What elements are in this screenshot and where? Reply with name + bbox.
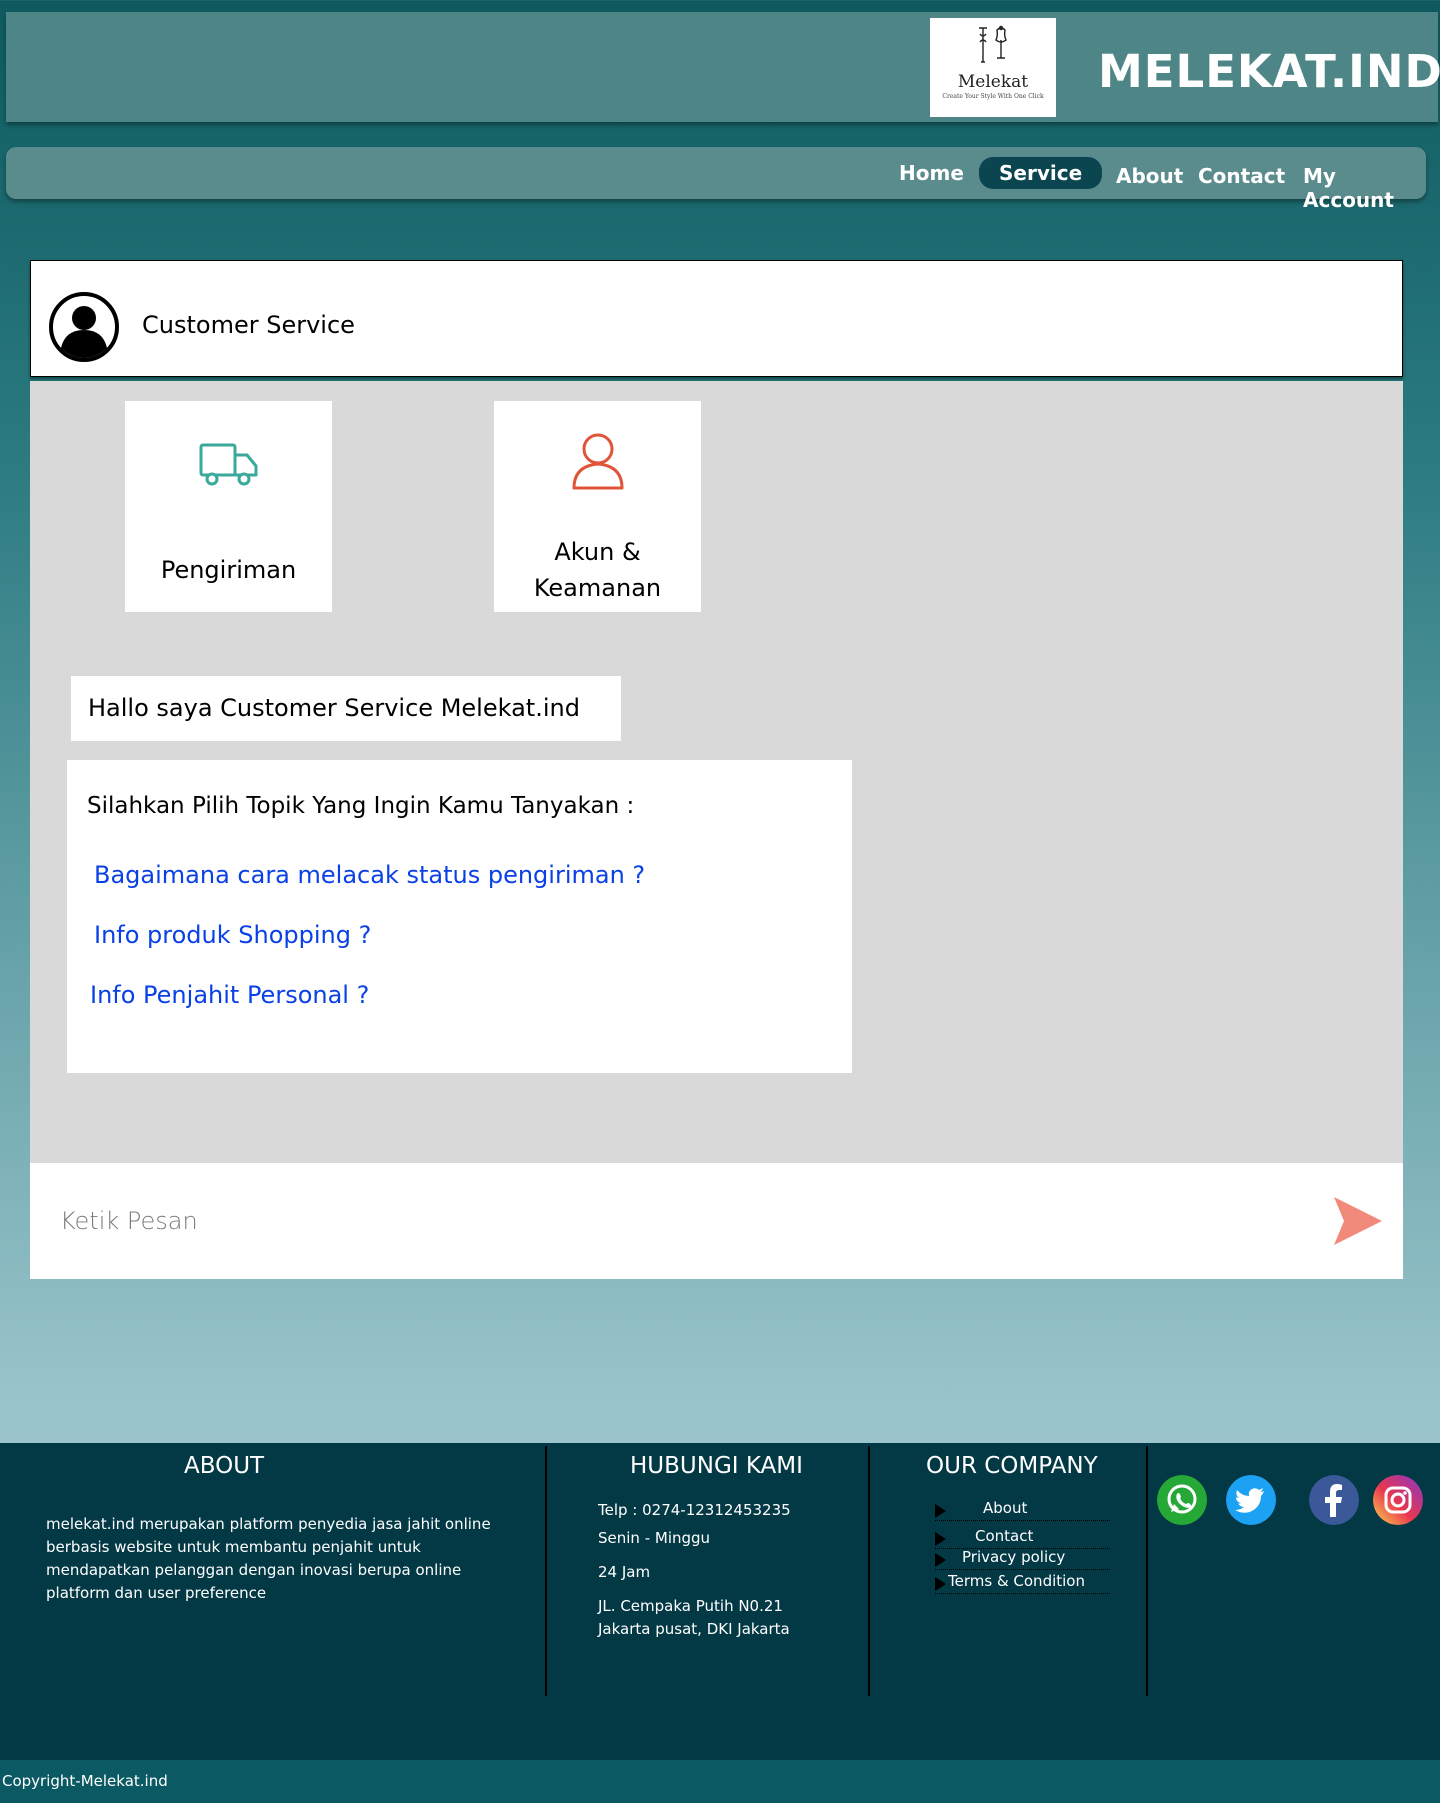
footer: ABOUT melekat.ind merupakan platform pen… xyxy=(0,1443,1440,1760)
brand-title: MELEKAT.IND xyxy=(1098,45,1440,98)
footer-link-terms[interactable]: Terms & Condition xyxy=(935,1572,1110,1594)
facebook-icon[interactable] xyxy=(1309,1475,1359,1525)
topic-prompt: Silahkan Pilih Topik Yang Ingin Kamu Tan… xyxy=(87,793,635,819)
greeting-bubble: Hallo saya Customer Service Melekat.ind xyxy=(71,676,621,741)
tile-label-line2: Keamanan xyxy=(533,574,662,602)
footer-link-about[interactable]: About xyxy=(935,1499,1110,1521)
footer-about-line: berbasis website untuk membantu penjahit… xyxy=(46,1538,421,1556)
footer-divider xyxy=(545,1446,547,1696)
footer-link-privacy[interactable]: Privacy policy xyxy=(935,1548,1110,1570)
footer-address-line1: JL. Cempaka Putih N0.21 xyxy=(598,1597,783,1615)
footer-about-line: platform dan user preference xyxy=(46,1584,267,1602)
avatar-icon xyxy=(49,292,119,362)
main-nav: Home Service About Contact My Account xyxy=(6,147,1426,212)
footer-link-label: Contact xyxy=(975,1527,1034,1545)
footer-link-label: About xyxy=(983,1499,1028,1517)
message-input[interactable] xyxy=(60,1199,1260,1243)
site-header: Melekat Create Your Style With One Click… xyxy=(6,12,1440,122)
footer-company-heading: OUR COMPANY xyxy=(926,1453,1098,1479)
instagram-icon[interactable] xyxy=(1373,1475,1423,1525)
logo-name: Melekat xyxy=(957,72,1029,92)
footer-about-line: melekat.ind merupakan platform penyedia … xyxy=(46,1515,491,1533)
send-icon[interactable] xyxy=(1330,1193,1386,1249)
footer-address-line2: Jakarta pusat, DKI Jakarta xyxy=(598,1620,790,1638)
topic-link-tracking[interactable]: Bagaimana cara melacak status pengiriman… xyxy=(94,861,645,889)
triangle-right-icon xyxy=(935,1532,946,1546)
triangle-right-icon xyxy=(935,1553,946,1567)
footer-divider xyxy=(868,1446,870,1696)
tile-pengiriman[interactable]: Pengiriman xyxy=(125,401,332,612)
tile-label-line1: Akun & xyxy=(554,538,641,566)
logo-tagline: Create Your Style With One Click xyxy=(942,93,1044,100)
truck-icon xyxy=(199,443,258,486)
topic-link-tailor[interactable]: Info Penjahit Personal ? xyxy=(90,981,369,1009)
tailor-mannequin-icon xyxy=(979,25,1007,63)
footer-link-contact[interactable]: Contact xyxy=(935,1527,1110,1549)
copyright-bar: Copyright-Melekat.ind xyxy=(0,1760,1440,1803)
user-icon xyxy=(572,433,624,490)
footer-divider xyxy=(1146,1446,1148,1696)
footer-link-label: Terms & Condition xyxy=(948,1572,1085,1590)
logo[interactable]: Melekat Create Your Style With One Click xyxy=(930,18,1056,117)
nav-my-account[interactable]: My Account xyxy=(1303,164,1426,212)
chat-header: Customer Service xyxy=(30,260,1403,377)
footer-link-label: Privacy policy xyxy=(962,1548,1066,1566)
chat-title: Customer Service xyxy=(142,311,355,339)
topic-bubble: Silahkan Pilih Topik Yang Ingin Kamu Tan… xyxy=(67,760,852,1073)
nav-contact[interactable]: Contact xyxy=(1198,164,1285,188)
nav-home[interactable]: Home xyxy=(899,161,964,185)
footer-about-line: mendapatkan pelanggan dengan inovasi ber… xyxy=(46,1561,462,1579)
footer-days: Senin - Minggu xyxy=(598,1529,711,1547)
footer-hours: 24 Jam xyxy=(598,1563,651,1581)
message-bar xyxy=(30,1163,1403,1279)
twitter-icon[interactable] xyxy=(1226,1475,1276,1525)
topic-link-shopping[interactable]: Info produk Shopping ? xyxy=(94,921,371,949)
footer-about-heading: ABOUT xyxy=(184,1453,265,1479)
nav-service[interactable]: Service xyxy=(979,157,1103,189)
tile-label: Pengiriman xyxy=(160,556,297,584)
footer-contact-heading: HUBUNGI KAMI xyxy=(630,1453,803,1479)
whatsapp-icon[interactable] xyxy=(1157,1475,1207,1525)
chat-area: Pengiriman Akun & Keamanan Hallo saya Cu… xyxy=(30,381,1403,1163)
copyright-text: Copyright-Melekat.ind xyxy=(2,1772,168,1790)
nav-about[interactable]: About xyxy=(1116,164,1183,188)
footer-telp: Telp : 0274-12312453235 xyxy=(598,1501,791,1519)
tile-akun-keamanan[interactable]: Akun & Keamanan xyxy=(494,401,701,612)
triangle-right-icon xyxy=(935,1577,946,1591)
triangle-right-icon xyxy=(935,1504,946,1518)
